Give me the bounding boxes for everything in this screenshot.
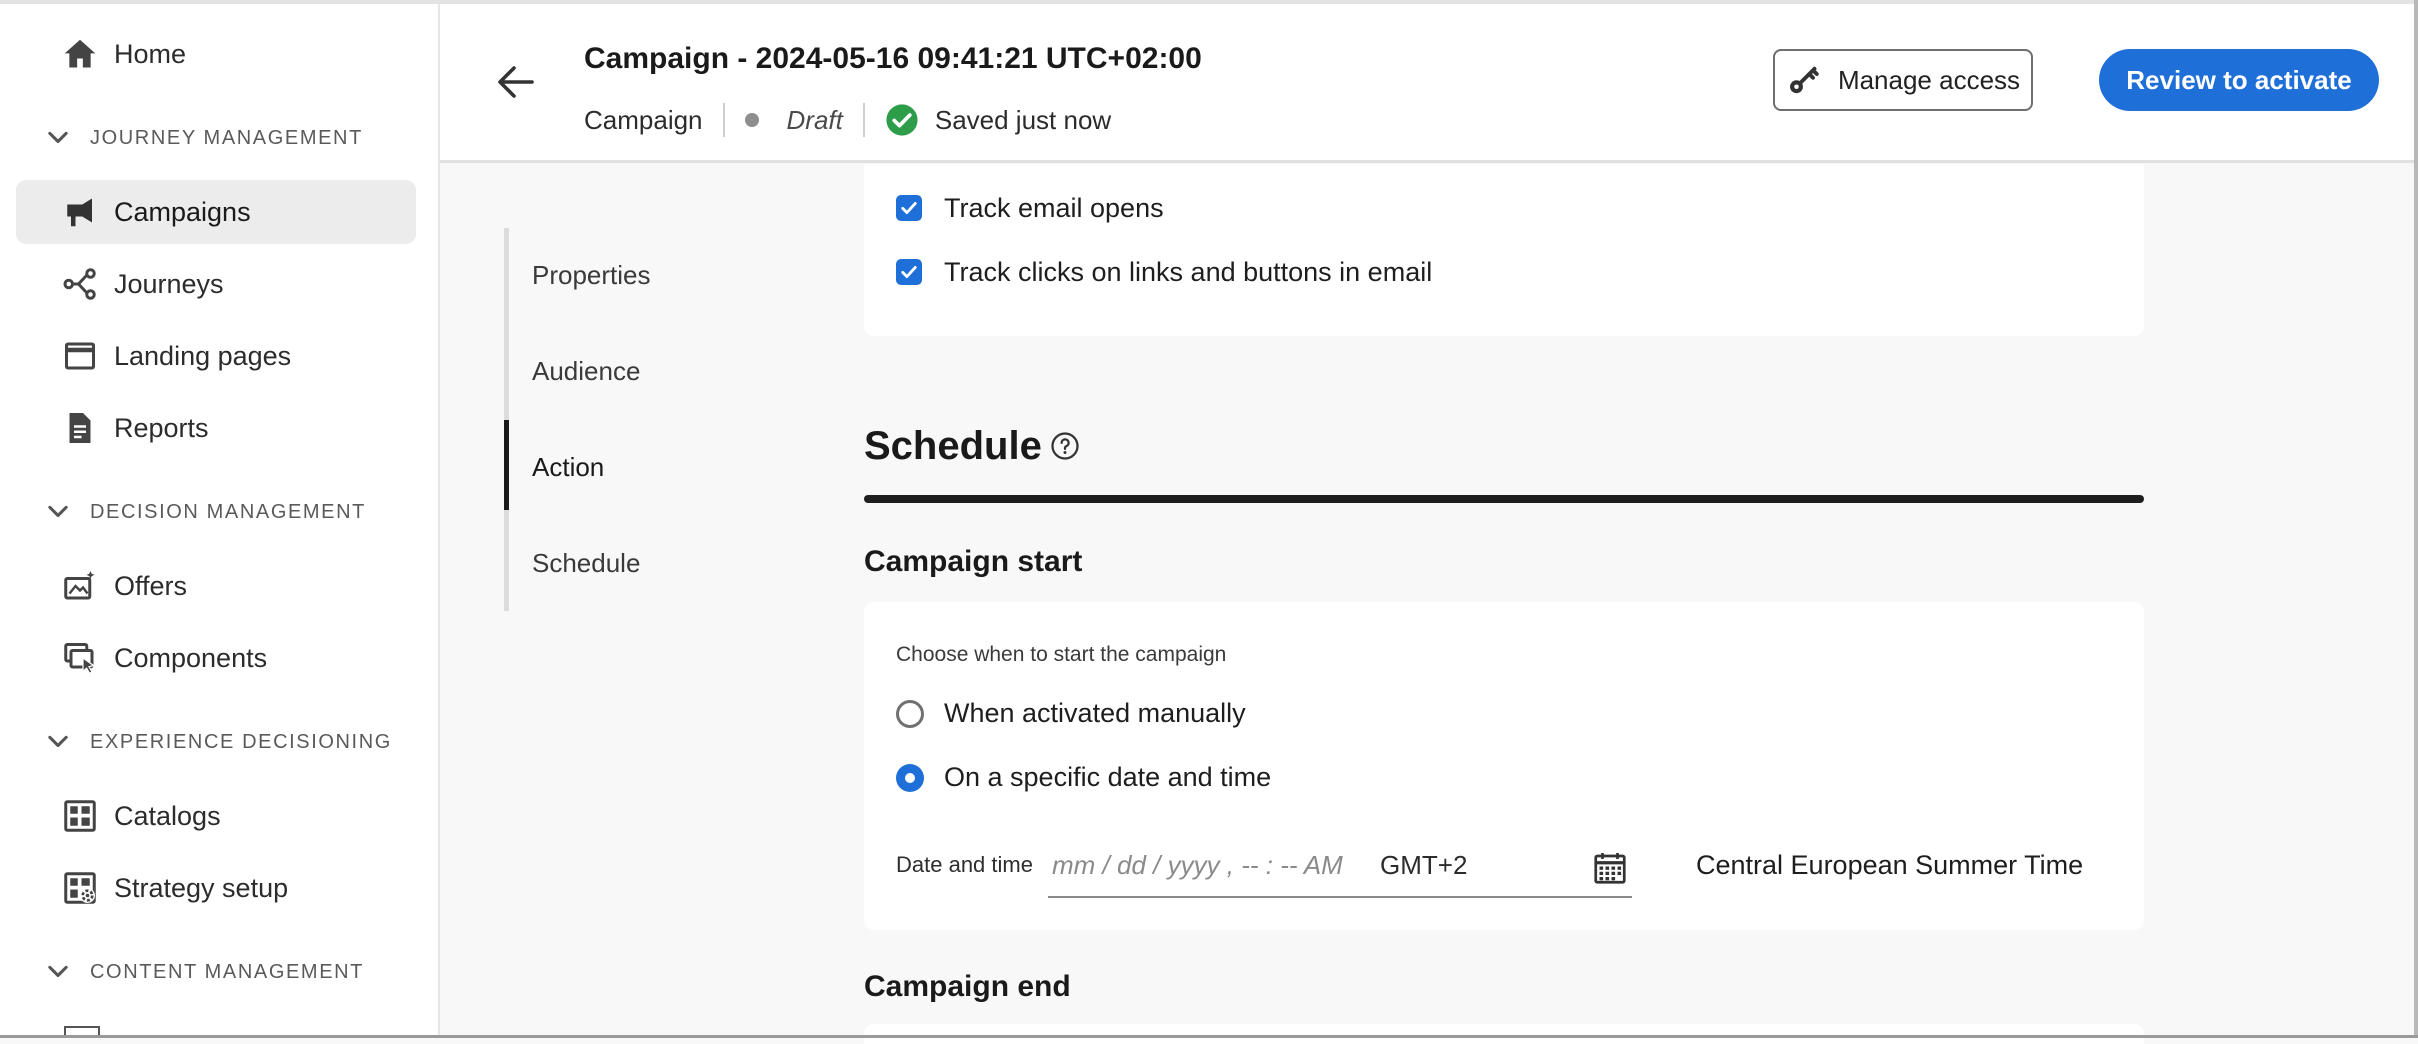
chevron-down-icon — [48, 505, 68, 518]
offer-icon — [60, 566, 100, 606]
section-title: DECISION MANAGEMENT — [90, 500, 366, 523]
timezone-name: Central European Summer Time — [1696, 850, 2084, 880]
nav-reports-label: Reports — [114, 412, 209, 443]
section-title: EXPERIENCE DECISIONING — [90, 730, 392, 753]
help-icon[interactable] — [1050, 431, 1080, 461]
campaign-end-card — [864, 1024, 2144, 1044]
schedule-divider — [864, 495, 2144, 503]
section-title: CONTENT MANAGEMENT — [90, 960, 364, 983]
review-to-activate-button[interactable]: Review to activate — [2099, 49, 2379, 111]
nav-journeys-label: Journeys — [114, 268, 224, 299]
section-decision-management[interactable]: DECISION MANAGEMENT — [44, 492, 366, 532]
campaign-type: Campaign — [584, 104, 703, 135]
date-time-placeholder: mm / dd / yyyy , -- : -- AM — [1052, 850, 1343, 880]
left-navigation: Home JOURNEY MANAGEMENT Campaigns Journe… — [0, 4, 440, 1038]
campaign-end-heading: Campaign end — [864, 970, 1071, 1003]
checkmark-icon — [901, 202, 917, 214]
chevron-down-icon — [48, 131, 68, 144]
track-clicks-checkbox[interactable] — [896, 259, 922, 285]
nav-catalogs[interactable]: Catalogs — [16, 784, 416, 848]
nav-campaigns[interactable]: Campaigns — [16, 180, 416, 244]
radio-specific-date-label: On a specific date and time — [944, 762, 1272, 792]
calendar-icon[interactable] — [1592, 850, 1628, 886]
tracking-card — [864, 164, 2144, 336]
nav-reports[interactable]: Reports — [16, 396, 416, 460]
date-time-field[interactable]: mm / dd / yyyy , -- : -- AM GMT+2 — [1048, 840, 1632, 898]
chevron-down-icon — [48, 965, 68, 978]
step-action[interactable]: Action — [532, 452, 604, 483]
nav-campaigns-label: Campaigns — [114, 196, 251, 227]
nav-home-label: Home — [114, 38, 187, 69]
landing-page-icon — [60, 336, 100, 376]
journey-icon — [60, 264, 100, 304]
divider — [862, 103, 865, 137]
manage-access-label: Manage access — [1837, 64, 2021, 95]
home-icon — [60, 34, 100, 74]
back-arrow-icon[interactable] — [492, 58, 540, 106]
schedule-heading: Schedule — [864, 424, 1042, 468]
nav-strategy-setup-label: Strategy setup — [114, 872, 289, 903]
campaign-meta: Campaign Draft Saved just now — [584, 100, 1111, 140]
catalog-icon — [60, 796, 100, 836]
status-dot — [744, 113, 759, 127]
campaign-start-heading: Campaign start — [864, 545, 1083, 578]
step-schedule[interactable]: Schedule — [532, 548, 640, 579]
save-status: Saved just now — [934, 104, 1112, 135]
manage-access-button[interactable]: Manage access — [1773, 49, 2033, 111]
report-icon — [60, 408, 100, 448]
start-hint: Choose when to start the campaign — [896, 643, 1227, 666]
nav-journeys[interactable]: Journeys — [16, 252, 416, 316]
nav-components[interactable]: Components — [16, 626, 416, 690]
status-badge: Draft — [786, 104, 843, 135]
step-properties[interactable]: Properties — [532, 260, 651, 291]
checkmark-icon — [901, 266, 917, 278]
track-opens-label: Track email opens — [944, 193, 1164, 223]
step-audience[interactable]: Audience — [532, 356, 640, 387]
track-opens-checkbox[interactable] — [896, 195, 922, 221]
nav-landing-pages-label: Landing pages — [114, 340, 292, 371]
page-title: Campaign - 2024-05-16 09:41:21 UTC+02:00 — [584, 42, 1202, 75]
section-title: JOURNEY MANAGEMENT — [90, 126, 363, 149]
timezone-offset: GMT+2 — [1380, 850, 1468, 880]
nav-offers[interactable]: Offers — [16, 554, 416, 618]
chevron-down-icon — [48, 735, 68, 748]
nav-landing-pages[interactable]: Landing pages — [16, 324, 416, 388]
nav-home[interactable]: Home — [16, 22, 416, 86]
radio-activated-manually-label: When activated manually — [944, 698, 1246, 728]
nav-catalogs-label: Catalogs — [114, 800, 221, 831]
date-time-label: Date and time — [896, 852, 1033, 877]
nav-strategy-setup[interactable]: Strategy setup — [16, 856, 416, 920]
section-experience-decisioning[interactable]: EXPERIENCE DECISIONING — [44, 722, 392, 762]
nav-components-label: Components — [114, 642, 268, 673]
radio-specific-date[interactable] — [896, 764, 924, 792]
section-content-management[interactable]: CONTENT MANAGEMENT — [44, 952, 364, 992]
megaphone-icon — [60, 192, 100, 232]
radio-activated-manually[interactable] — [896, 700, 924, 728]
track-clicks-label: Track clicks on links and buttons in ema… — [944, 257, 1433, 287]
components-icon — [60, 638, 100, 678]
strategy-icon — [60, 868, 100, 908]
section-journey-management[interactable]: JOURNEY MANAGEMENT — [44, 118, 363, 158]
nav-offers-label: Offers — [114, 570, 188, 601]
step-rail-active — [504, 420, 509, 510]
check-circle-icon — [886, 104, 918, 136]
window-edge — [2414, 0, 2418, 1038]
key-icon — [1789, 66, 1819, 94]
divider — [722, 103, 725, 137]
